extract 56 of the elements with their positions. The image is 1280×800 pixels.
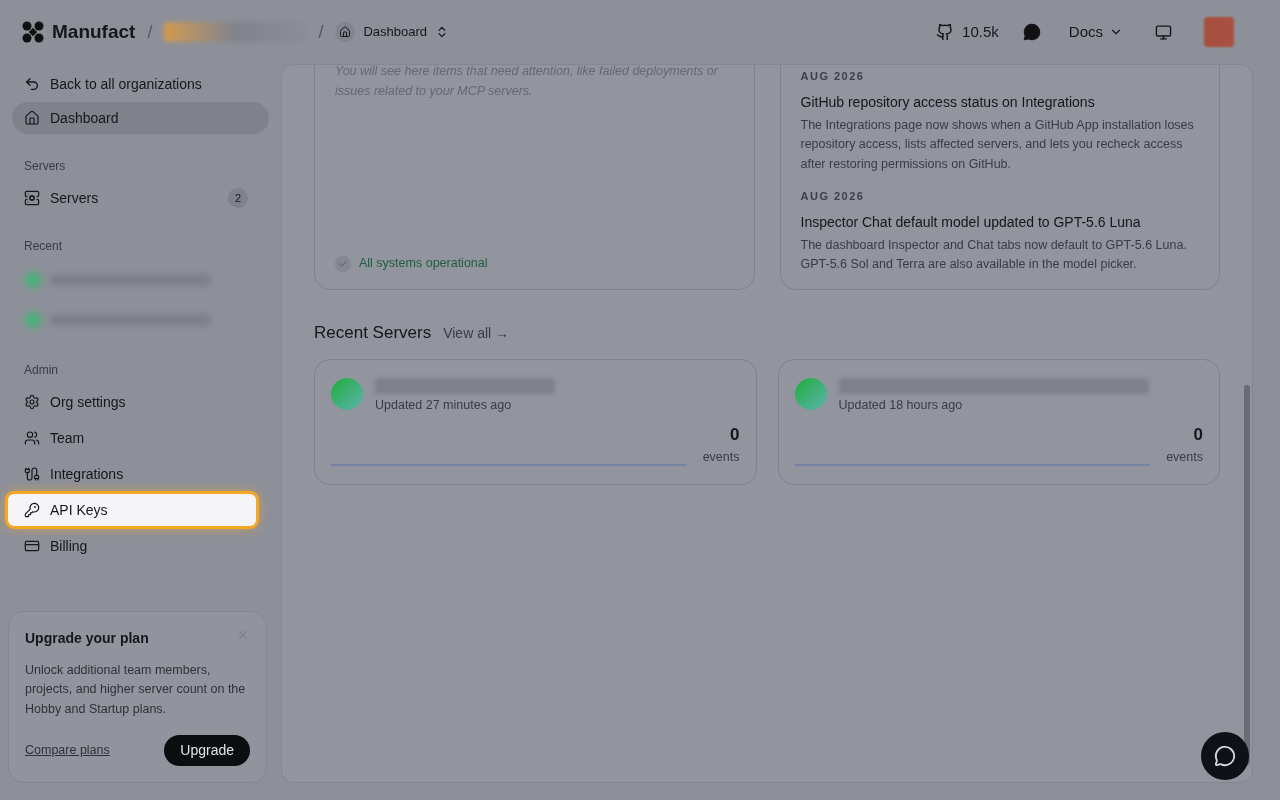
server-avatar-icon: [331, 377, 363, 410]
server-avatar-icon: [794, 377, 827, 410]
changelog-date: AUG 2026: [800, 189, 866, 204]
changelog-title: Inspector Chat default model updated to GPT-5.6 Luna: [800, 212, 1142, 232]
plug-icon: [24, 466, 40, 482]
section-title: Servers: [23, 158, 67, 175]
event-count: 0: [730, 424, 740, 447]
section-heading: Recent Servers: [314, 322, 432, 344]
changelog-text: The dashboard Inspector and Chat tabs now default to GPT-5.6 Luna. GPT-5.6 Sol and Terra are also available in the model picker.: [800, 236, 1188, 273]
chat-icon: [1214, 745, 1236, 767]
github-icon: [936, 23, 955, 41]
page-switcher[interactable]: Dashboard: [335, 22, 450, 42]
nav-item[interactable]: Servers 2: [12, 182, 260, 214]
changelog-text: The Integrations page now shows when a GitHub App installation loses repository access, lists affected servers, and lets you recheck access after restoring permissions on GitHub.: [800, 116, 1195, 173]
home-icon: [335, 22, 356, 42]
status-text: All systems operational: [359, 255, 488, 273]
server-card[interactable]: Updated 27 minutes ago 0 events: [314, 358, 757, 485]
server-icon: [24, 190, 40, 206]
home-icon: [24, 110, 40, 126]
server-card[interactable]: Updated 18 hours ago 0 events: [777, 358, 1220, 485]
upgrade-text: Unlock additional team members, projects, and higher server count on the Hobby and Startup plans.: [25, 661, 247, 718]
event-unit: events: [702, 448, 740, 466]
back-link[interactable]: Back to all organizations: [12, 66, 269, 102]
section-title: Admin: [23, 362, 59, 379]
changelog-title: GitHub repository access status on Integrations: [800, 92, 1096, 112]
compare-plans-link[interactable]: Compare plans: [25, 741, 110, 760]
changelog-date: AUG 2026: [800, 69, 866, 84]
view-all-link[interactable]: View all →: [443, 323, 510, 344]
updated-time: Updated 18 hours ago: [838, 396, 964, 414]
nav-item[interactable]: Dashboard: [12, 102, 269, 134]
gear-icon: [24, 394, 40, 410]
back-icon: [24, 76, 40, 92]
event-count: 0: [1193, 424, 1203, 447]
users-icon: [24, 430, 40, 446]
monitor-icon[interactable]: [1155, 23, 1172, 41]
breadcrumb-separator: /: [147, 20, 153, 44]
key-icon: [24, 502, 40, 518]
breadcrumb-separator: /: [318, 20, 324, 44]
check-icon: [335, 255, 351, 272]
count-badge: 2: [228, 188, 248, 208]
nav-item[interactable]: Team: [12, 422, 260, 454]
chat-icon[interactable]: [1022, 23, 1041, 41]
nav-item[interactable]: Org settings: [12, 386, 260, 418]
docs-menu[interactable]: Docs: [1068, 20, 1123, 44]
upgrade-button[interactable]: Upgrade: [164, 735, 250, 766]
updated-time: Updated 27 minutes ago: [375, 396, 513, 414]
brand-name: Manufact: [52, 19, 136, 44]
logo-icon: [22, 21, 44, 43]
upgrade-title: Upgrade your plan: [25, 628, 149, 648]
github-link[interactable]: 10.5k: [936, 20, 999, 44]
nav-item[interactable]: API Keys: [8, 494, 256, 526]
nav-item[interactable]: Billing: [12, 530, 260, 562]
event-unit: events: [1166, 448, 1203, 466]
card-icon: [24, 538, 40, 554]
section-title: Recent: [23, 238, 64, 255]
nav-item[interactable]: Integrations: [12, 458, 260, 490]
